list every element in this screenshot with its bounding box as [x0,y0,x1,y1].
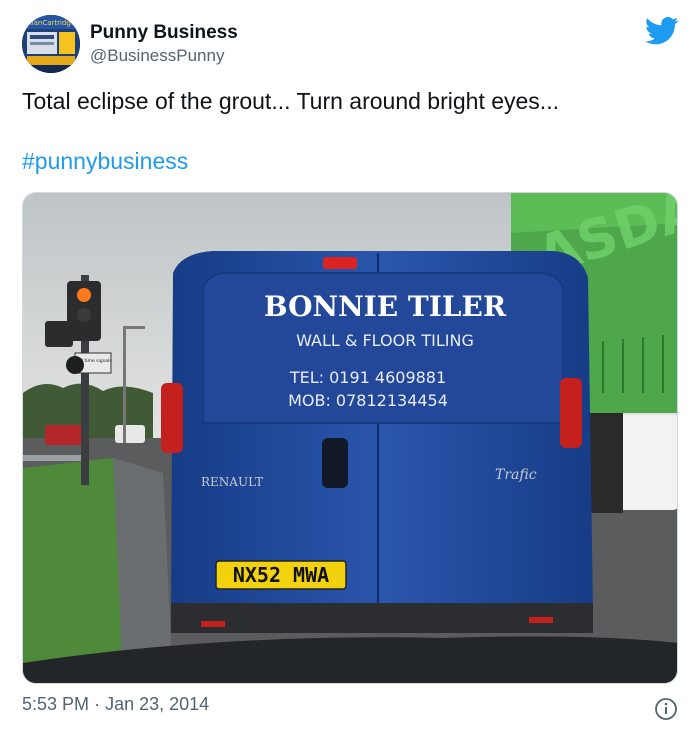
van-tel: TEL: 0191 4609881 [289,368,446,387]
van-subtitle: WALL & FLOOR TILING [296,331,474,350]
side-signal [45,321,73,347]
distant-white-car [115,425,145,443]
van-brake-light [323,257,357,269]
tweet-date[interactable]: Jan 23, 2014 [105,694,209,714]
tweet-card: AlanCartridge Punny Business @BusinessPu… [0,0,700,730]
van-photo: Part time signals ASDA BONNIE TILER WALL… [23,193,677,683]
avatar-image: AlanCartridge [22,15,80,73]
van-mob: MOB: 07812134454 [288,391,448,410]
van-title: BONNIE TILER [264,290,507,323]
van-model: Trafic [495,467,537,483]
tweet-photo[interactable]: Part time signals ASDA BONNIE TILER WALL… [22,192,678,684]
street-lamp [123,328,126,443]
barrier [23,455,83,461]
tweet-text: Total eclipse of the grout... Turn aroun… [22,88,559,114]
twitter-bird-icon[interactable] [645,17,679,45]
van-tail-light-left [161,383,183,453]
author-handle[interactable]: @BusinessPunny [90,46,224,66]
van-door-handle [322,438,348,488]
truck-cab [615,415,677,510]
avatar[interactable]: AlanCartridge [22,15,80,73]
distant-red-car [45,425,83,445]
info-icon[interactable] [654,697,678,721]
hashtag-link[interactable]: #punnybusiness [22,148,188,175]
tweet-timestamp[interactable]: 5:53 PM · Jan 23, 2014 [22,694,209,715]
van-tail-light-right [560,378,582,448]
traffic-light-amber [77,288,91,302]
avatar-logo-text: AlanCartridge [27,19,75,27]
author-display-name[interactable]: Punny Business [90,22,238,44]
timestamp-separator: · [94,694,101,714]
tweet-time[interactable]: 5:53 PM [22,694,89,714]
van-make: RENAULT [201,475,263,489]
number-plate-text: NX52 MWA [233,563,329,587]
